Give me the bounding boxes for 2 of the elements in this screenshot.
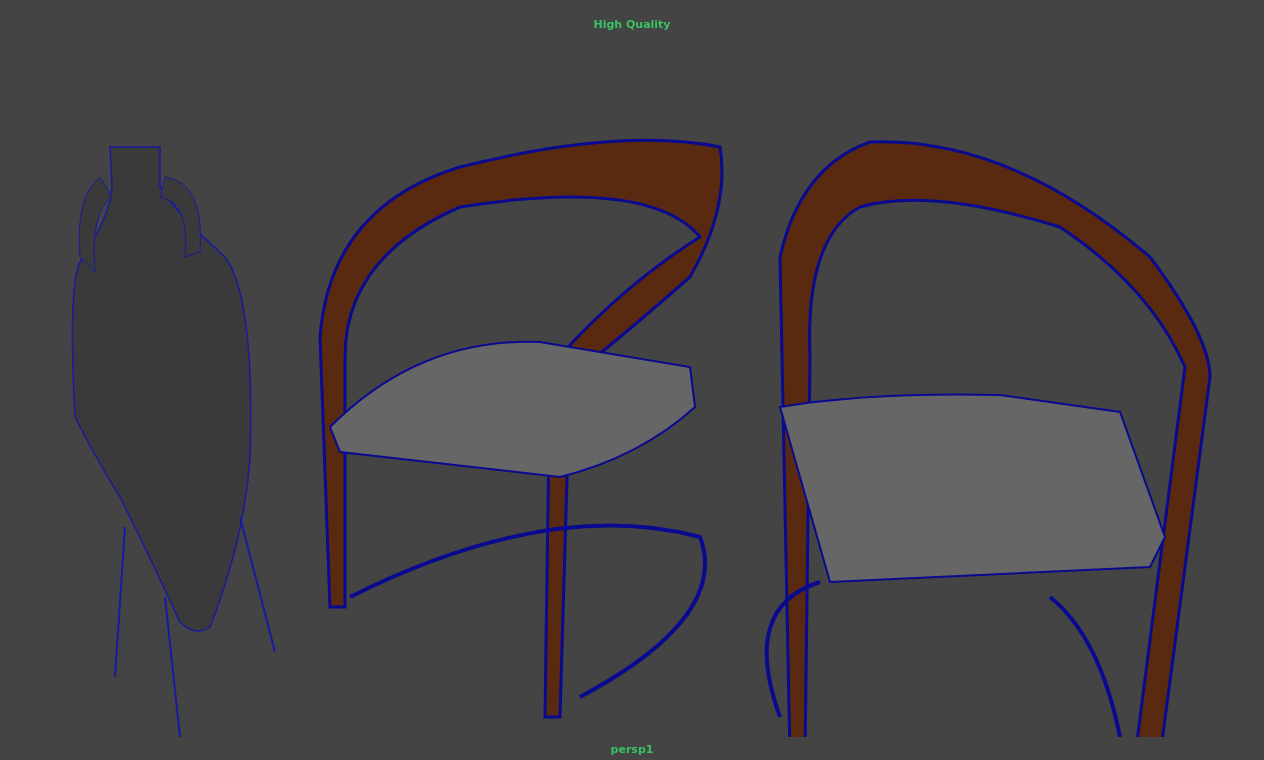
render-mode-label: High Quality bbox=[593, 18, 671, 31]
camera-label: persp1 bbox=[610, 743, 654, 756]
